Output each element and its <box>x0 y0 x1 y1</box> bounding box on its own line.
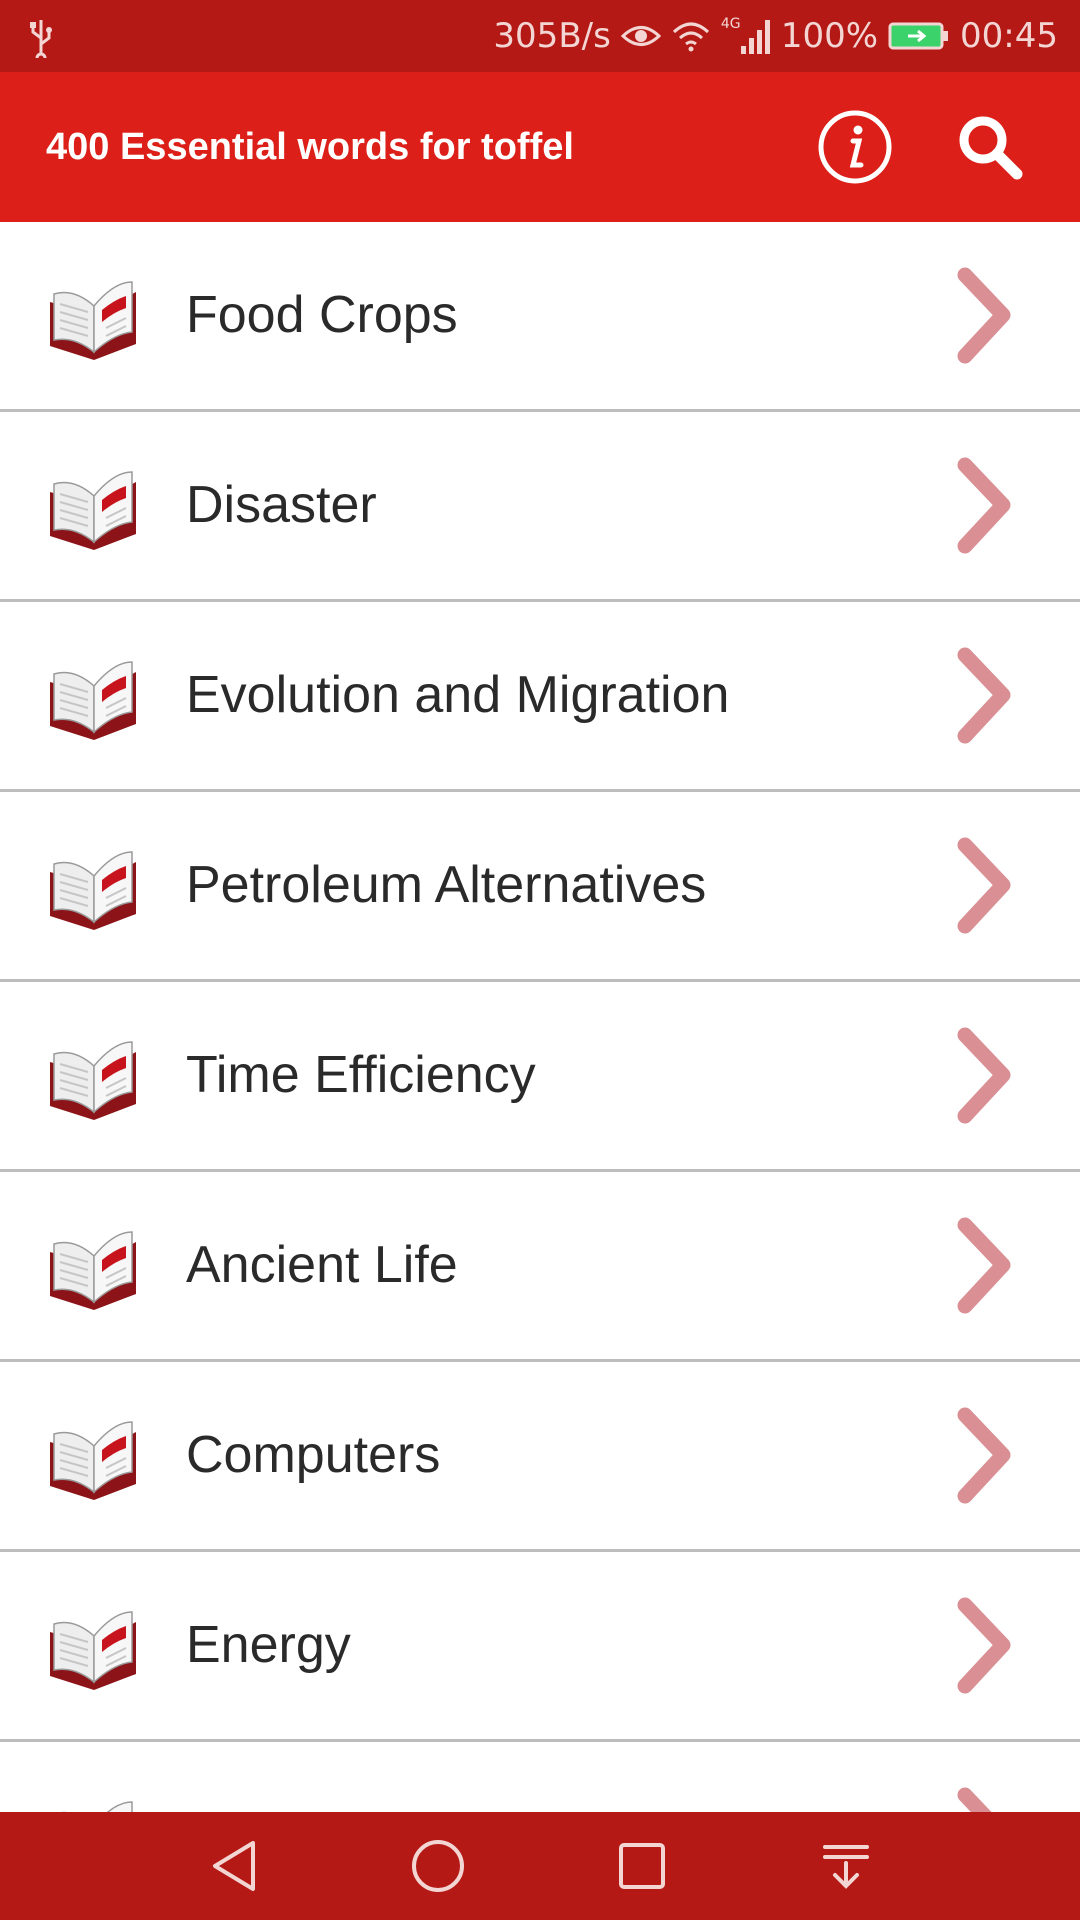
status-bar: 305B/s 4G 100% 00:45 <box>0 0 1080 72</box>
lesson-title: Ancient Life <box>186 1236 458 1294</box>
search-icon <box>959 116 1023 180</box>
chevron-right-icon <box>957 267 1011 364</box>
notification-pull-icon <box>823 1845 869 1889</box>
chevron-right-icon <box>957 1597 1011 1694</box>
usb-icon <box>30 20 52 58</box>
eye-icon <box>620 26 661 46</box>
wifi-icon <box>672 22 709 52</box>
lesson-title: Energy <box>186 1616 351 1674</box>
book-icon <box>50 1231 136 1310</box>
lesson-title: M <box>186 1742 229 1812</box>
chevron-right-icon <box>957 1027 1011 1124</box>
lesson-list-item[interactable]: Evolution and Migration <box>0 602 1080 792</box>
book-icon <box>50 1421 136 1500</box>
book-icon <box>60 1801 133 1812</box>
lesson-list-item[interactable]: Petroleum Alternatives <box>0 792 1080 982</box>
lesson-list-item[interactable]: Time Efficiency <box>0 982 1080 1172</box>
lesson-list-item[interactable]: Energy <box>0 1552 1080 1742</box>
lesson-title: Time Efficiency <box>186 1046 536 1104</box>
book-icon <box>50 851 136 930</box>
lesson-title: Computers <box>186 1426 441 1484</box>
net-speed: 305B/s <box>493 16 611 56</box>
info-button[interactable] <box>815 107 895 187</box>
recents-button[interactable] <box>602 1826 682 1906</box>
lesson-list-item[interactable]: Computers <box>0 1362 1080 1552</box>
lesson-list-item[interactable]: Disaster <box>0 412 1080 602</box>
back-icon <box>213 1841 255 1891</box>
system-nav-bar <box>0 1812 1080 1920</box>
lesson-list-item[interactable]: Food Crops <box>0 222 1080 412</box>
clock: 00:45 <box>960 16 1058 56</box>
recents-icon <box>619 1843 665 1889</box>
lesson-list: Food Crops Disaster Evolution and Migrat… <box>0 222 1080 1812</box>
battery-icon <box>888 22 949 50</box>
book-icon <box>50 1041 136 1120</box>
chevron-right-icon <box>957 837 1011 934</box>
lesson-title: Evolution and Migration <box>186 666 730 724</box>
app-bar: 400 Essential words for toffel <box>0 72 1080 222</box>
chevron-right-icon <box>957 457 1011 554</box>
chevron-right-icon <box>957 1787 992 1812</box>
chevron-right-icon <box>957 647 1011 744</box>
lesson-title: Food Crops <box>186 286 458 344</box>
search-button[interactable] <box>950 107 1030 187</box>
lesson-title: Disaster <box>186 476 377 534</box>
book-icon <box>50 1611 136 1690</box>
book-icon <box>50 661 136 740</box>
signal-icon <box>740 20 770 54</box>
home-icon <box>412 1840 464 1892</box>
lesson-list-item[interactable]: Ancient Life <box>0 1172 1080 1362</box>
book-icon <box>50 471 136 550</box>
battery-percent: 100% <box>780 16 879 56</box>
lesson-title: Petroleum Alternatives <box>186 856 707 914</box>
home-button[interactable] <box>398 1826 478 1906</box>
chevron-right-icon <box>957 1217 1011 1314</box>
info-icon <box>818 110 892 184</box>
back-button[interactable] <box>194 1826 274 1906</box>
notification-pull-button[interactable] <box>806 1826 886 1906</box>
book-icon <box>50 281 136 360</box>
chevron-right-icon <box>957 1407 1011 1504</box>
app-title: 400 Essential words for toffel <box>46 126 574 168</box>
lesson-list-item[interactable]: M <box>0 1742 1080 1812</box>
